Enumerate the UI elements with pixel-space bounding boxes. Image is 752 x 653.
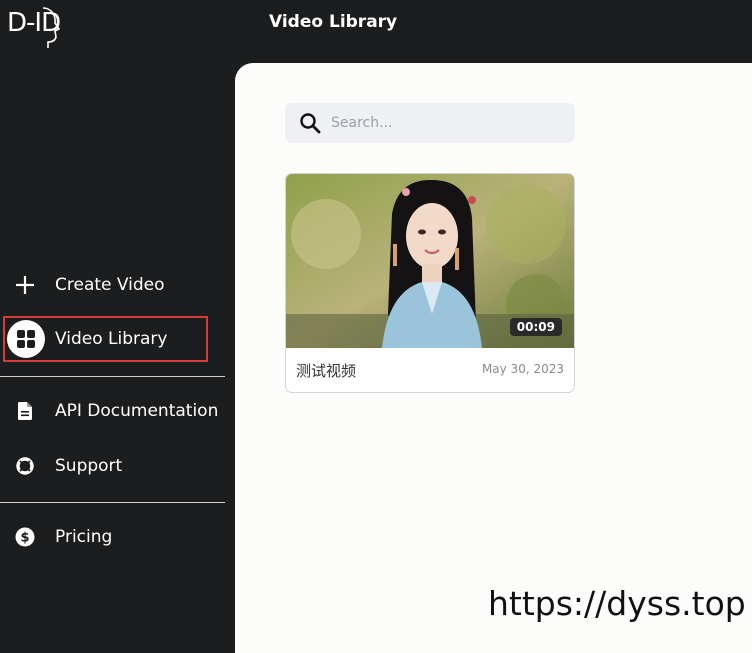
- sidebar: Create Video Video Library API Documenta…: [0, 0, 235, 640]
- video-title: 测试视频: [296, 362, 357, 380]
- sidebar-item-api-documentation[interactable]: API Documentation: [0, 388, 225, 434]
- sidebar-item-pricing[interactable]: $ Pricing: [0, 514, 225, 560]
- watermark-text: https://dyss.top: [488, 584, 746, 623]
- video-thumbnail[interactable]: 00:09: [286, 174, 574, 348]
- lifebuoy-icon: [14, 455, 36, 477]
- sidebar-item-label: API Documentation: [55, 401, 219, 421]
- dollar-icon: $: [14, 526, 36, 548]
- grid-icon: [7, 320, 45, 358]
- page-title: Video Library: [269, 12, 398, 32]
- sidebar-item-label: Create Video: [55, 275, 165, 295]
- svg-text:$: $: [20, 531, 29, 546]
- search-input[interactable]: [331, 103, 561, 143]
- document-icon: [14, 400, 36, 422]
- video-duration-badge: 00:09: [509, 318, 562, 336]
- sidebar-divider: [0, 502, 225, 503]
- sidebar-item-create-video[interactable]: Create Video: [0, 262, 225, 308]
- sidebar-item-label: Video Library: [55, 329, 168, 349]
- sidebar-item-video-library[interactable]: Video Library: [3, 316, 208, 362]
- search-icon: [299, 112, 321, 138]
- sidebar-divider: [0, 376, 225, 377]
- plus-icon: [14, 274, 36, 296]
- sidebar-item-label: Support: [55, 456, 123, 476]
- video-card[interactable]: 00:09 测试视频 May 30, 2023: [285, 173, 575, 393]
- search-bar[interactable]: [285, 103, 575, 143]
- video-date: May 30, 2023: [481, 362, 564, 376]
- sidebar-item-label: Pricing: [55, 527, 113, 547]
- sidebar-item-support[interactable]: Support: [0, 443, 225, 489]
- main-content: 00:09 测试视频 May 30, 2023: [235, 63, 752, 653]
